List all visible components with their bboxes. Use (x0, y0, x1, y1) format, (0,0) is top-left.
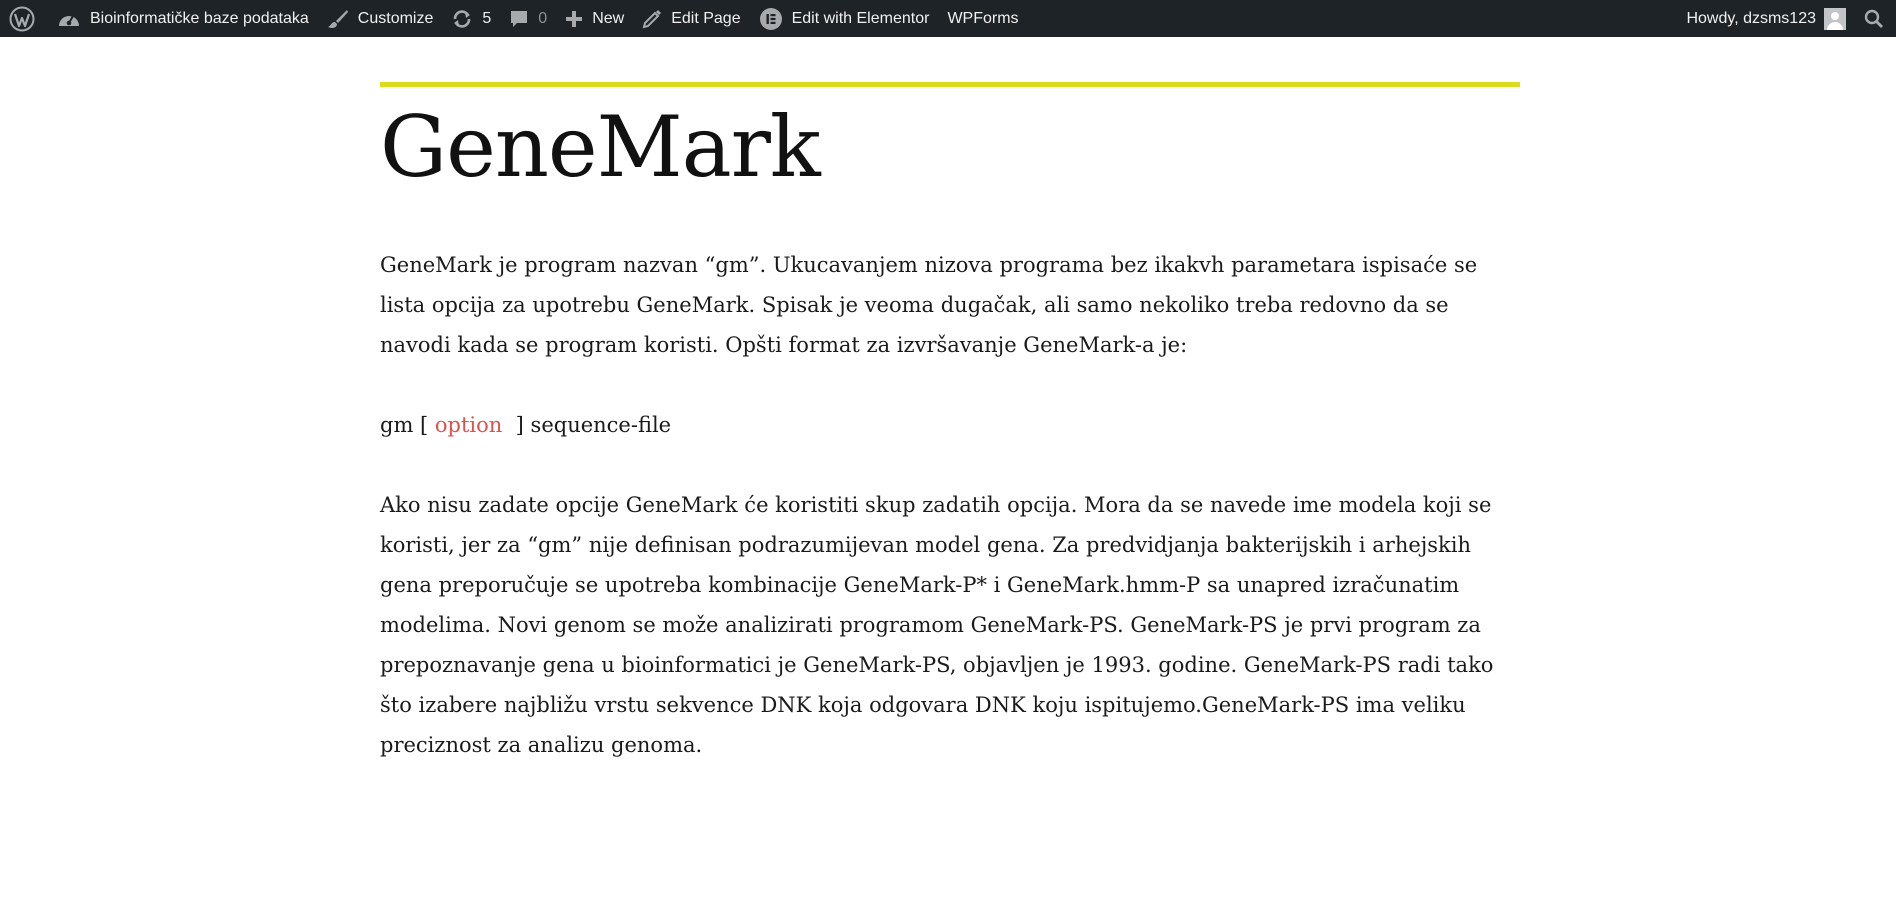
elementor-icon (759, 7, 783, 31)
avatar (1824, 7, 1846, 30)
brush-icon (327, 9, 349, 29)
intro-paragraph: GeneMark je program nazvan “gm”. Ukucava… (380, 253, 1478, 357)
comment-icon (509, 9, 529, 29)
edit-elementor-label: Edit with Elementor (791, 9, 930, 27)
admin-bar-left: Bioinformatičke baze podataka Customize (0, 0, 1028, 37)
site-name-label: Bioinformatičke baze podataka (90, 9, 309, 27)
edit-with-elementor-link[interactable]: Edit with Elementor (750, 0, 939, 37)
page-content: GeneMark GeneMark je program nazvan “gm”… (380, 82, 1520, 765)
details-paragraph: Ako nisu zadate opcije GeneMark će koris… (380, 493, 1494, 757)
wpforms-label: WPForms (947, 9, 1019, 27)
syntax-option: option (434, 413, 503, 437)
plus-icon (565, 10, 583, 28)
site-name-menu[interactable]: Bioinformatičke baze podataka (48, 0, 318, 37)
wpforms-menu[interactable]: WPForms (938, 0, 1027, 37)
edit-page-link[interactable]: Edit Page (633, 0, 749, 37)
admin-bar: Bioinformatičke baze podataka Customize (0, 0, 1896, 37)
customize-link[interactable]: Customize (318, 0, 443, 37)
customize-label: Customize (357, 9, 434, 27)
wordpress-icon (9, 6, 35, 32)
my-account-menu[interactable]: Howdy, dzsms123 (1677, 0, 1855, 37)
comments-count: 0 (538, 9, 548, 27)
updates-icon (451, 9, 473, 29)
syntax-prefix: gm [ (380, 413, 435, 437)
page-title: GeneMark (380, 98, 821, 196)
syntax-suffix: ] sequence-file (502, 413, 672, 437)
pencil-icon (642, 9, 662, 29)
search-toggle[interactable] (1855, 0, 1896, 37)
howdy-label: Howdy, dzsms123 (1686, 9, 1816, 27)
dashboard-icon (57, 9, 81, 29)
edit-page-label: Edit Page (671, 9, 741, 27)
comments-link[interactable]: 0 (500, 0, 556, 37)
new-content-menu[interactable]: New (556, 0, 633, 37)
entry-content: GeneMark je program nazvan “gm”. Ukucava… (380, 245, 1520, 765)
updates-count: 5 (482, 9, 492, 27)
new-label: New (592, 9, 625, 27)
title-divider (380, 82, 1520, 87)
admin-bar-right: Howdy, dzsms123 (1677, 0, 1896, 37)
syntax-line: gm [ option ] sequence-file (380, 405, 1520, 445)
updates-link[interactable]: 5 (442, 0, 500, 37)
wp-logo-menu[interactable] (0, 0, 48, 37)
search-icon (1864, 9, 1884, 29)
